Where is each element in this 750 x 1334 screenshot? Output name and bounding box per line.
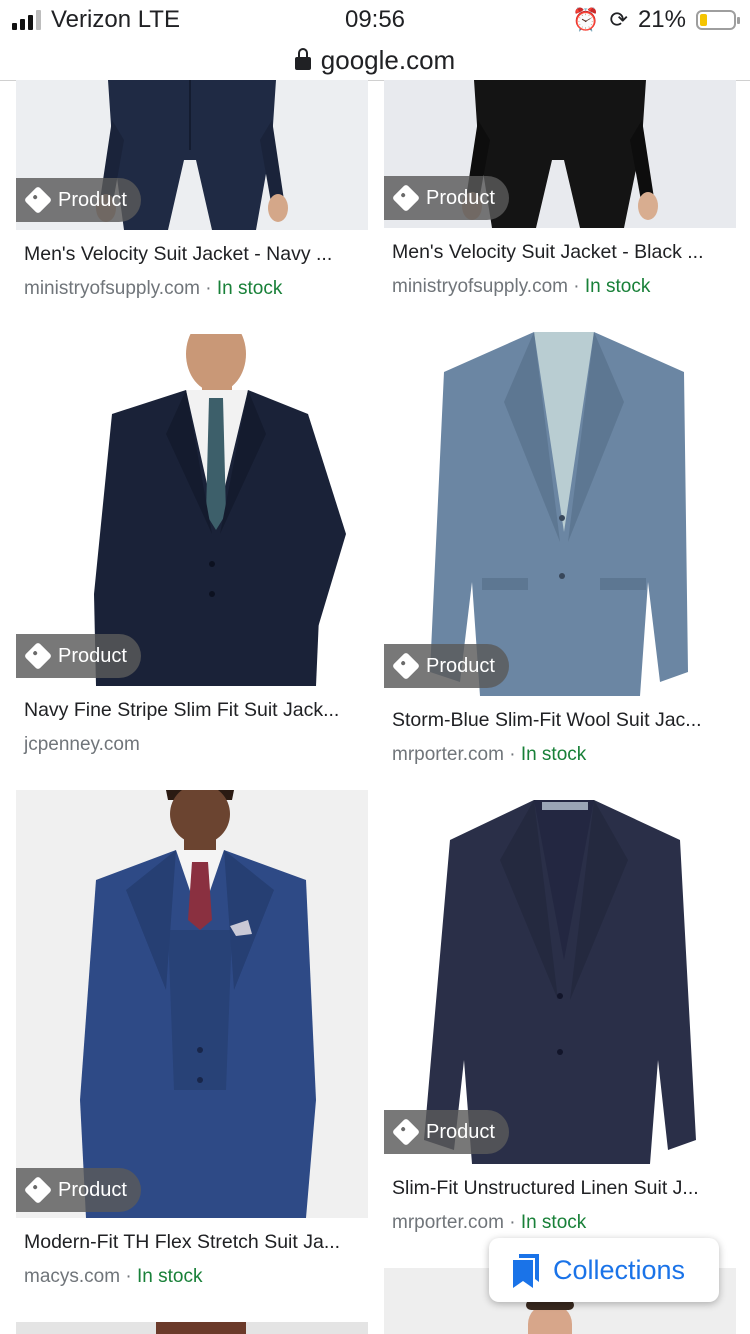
url-domain: google.com	[320, 44, 456, 75]
alarm-icon: ⏰	[572, 7, 600, 32]
badge-label: Product	[58, 188, 127, 211]
product-badge: Product	[16, 178, 141, 222]
product-image-partial[interactable]	[16, 1322, 368, 1334]
battery-percent: 21%	[637, 6, 686, 33]
tag-icon	[391, 651, 421, 681]
product-image-storm-blue	[384, 332, 736, 696]
badge-label: Product	[426, 654, 495, 677]
product-meta: ministryofsupply.com · In stock	[24, 278, 368, 300]
product-title[interactable]: Modern-Fit TH Flex Stretch Suit Ja...	[24, 1231, 360, 1254]
tag-icon	[23, 185, 53, 215]
product-badge: Product	[16, 1168, 141, 1212]
product-image[interactable]: Product	[384, 332, 736, 696]
badge-label: Product	[426, 186, 495, 209]
meta-separator: ·	[503, 744, 521, 765]
product-source: macys.com	[24, 1266, 121, 1287]
product-source: jcpenney.com	[24, 734, 140, 755]
product-badge: Product	[384, 1110, 509, 1154]
product-source: mrporter.com	[392, 744, 504, 765]
tag-icon	[23, 1175, 53, 1205]
product-card[interactable]: Product Men's Velocity Suit Jacket - Bla…	[384, 80, 736, 298]
meta-separator: ·	[199, 278, 217, 299]
product-badge: Product	[384, 176, 509, 220]
product-meta: mrporter.com · In stock	[392, 1212, 736, 1234]
product-image-modern-fit	[16, 790, 368, 1218]
product-meta: mrporter.com · In stock	[392, 744, 736, 766]
battery-icon	[696, 10, 740, 30]
status-bar: Verizon LTE 09:56 ⏰ ⟳ 21%	[0, 0, 750, 40]
badge-label: Product	[58, 644, 127, 667]
product-card[interactable]: Product Modern-Fit TH Flex Stretch Suit …	[16, 790, 368, 1288]
tag-icon	[23, 641, 53, 671]
product-meta: jcpenney.com	[24, 734, 368, 756]
product-title[interactable]: Men's Velocity Suit Jacket - Navy ...	[24, 243, 360, 266]
badge-label: Product	[58, 1178, 127, 1201]
product-badge: Product	[384, 644, 509, 688]
stock-status: In stock	[520, 744, 587, 765]
lock-icon	[294, 47, 311, 70]
stock-status: In stock	[216, 278, 283, 299]
product-title[interactable]: Men's Velocity Suit Jacket - Black ...	[392, 241, 728, 264]
battery-fill	[700, 14, 707, 26]
product-meta: ministryofsupply.com · In stock	[392, 276, 736, 298]
bookmark-icon	[513, 1254, 539, 1288]
url-bar[interactable]: google.com	[0, 40, 750, 81]
collections-label: Collections	[553, 1254, 686, 1285]
product-source: ministryofsupply.com	[24, 278, 200, 299]
collections-button[interactable]: Collections	[489, 1238, 719, 1302]
badge-label: Product	[426, 1120, 495, 1143]
meta-separator: ·	[567, 276, 585, 297]
product-source: ministryofsupply.com	[392, 276, 568, 297]
rotation-lock-icon: ⟳	[609, 7, 628, 32]
product-card[interactable]: Product Men's Velocity Suit Jacket - Nav…	[16, 80, 368, 300]
meta-separator: ·	[503, 1212, 521, 1233]
product-meta: macys.com · In stock	[24, 1266, 368, 1288]
tag-icon	[391, 183, 421, 213]
product-card[interactable]: Product Storm-Blue Slim-Fit Wool Suit Ja…	[384, 332, 736, 766]
product-image[interactable]: Product	[16, 334, 368, 686]
product-source: mrporter.com	[392, 1212, 504, 1233]
meta-separator: ·	[120, 1266, 137, 1287]
tag-icon	[391, 1117, 421, 1147]
product-image[interactable]: Product	[16, 790, 368, 1218]
status-right: ⏰ ⟳ 21%	[572, 6, 740, 34]
product-image[interactable]: Product	[384, 80, 736, 228]
product-card[interactable]: Product Navy Fine Stripe Slim Fit Suit J…	[16, 334, 368, 756]
stock-status: In stock	[136, 1266, 203, 1287]
partial-image-detail	[156, 1322, 246, 1334]
stock-status: In stock	[520, 1212, 587, 1233]
product-badge: Product	[16, 634, 141, 678]
product-image[interactable]: Product	[16, 80, 368, 230]
product-card[interactable]: Product Slim-Fit Unstructured Linen Suit…	[384, 800, 736, 1234]
product-title[interactable]: Storm-Blue Slim-Fit Wool Suit Jac...	[392, 709, 728, 732]
product-image[interactable]: Product	[384, 800, 736, 1164]
product-title[interactable]: Slim-Fit Unstructured Linen Suit J...	[392, 1177, 728, 1200]
stock-status: In stock	[584, 276, 651, 297]
product-title[interactable]: Navy Fine Stripe Slim Fit Suit Jack...	[24, 699, 360, 722]
